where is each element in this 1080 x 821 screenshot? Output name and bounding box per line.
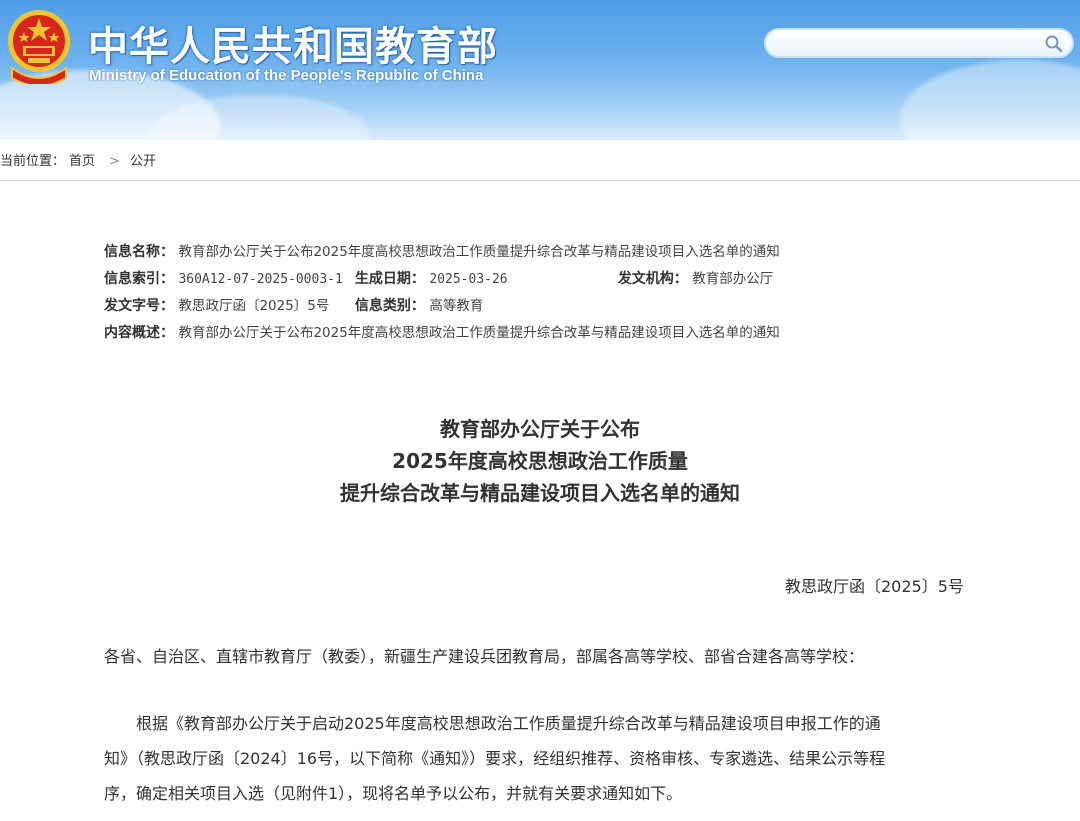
meta-value: 教育部办公厅关于公布2025年度高校思想政治工作质量提升综合改革与精品建设项目入… <box>178 244 780 260</box>
body-line: 序，确定相关项目入选（见附件1），现将名单予以公布，并就有关要求通知如下。 <box>104 784 683 803</box>
info-metadata: 信息名称： 教育部办公厅关于公布2025年度高校思想政治工作质量提升综合改革与精… <box>104 239 780 347</box>
meta-row-index: 信息索引： 360A12-07-2025-0003-1 生成日期： 2025-0… <box>104 266 780 293</box>
breadcrumb-home-link[interactable]: 首页 <box>69 154 95 169</box>
body-line: 根据《教育部办公厅关于启动2025年度高校思想政治工作质量提升综合改革与精品建设… <box>136 714 881 733</box>
meta-value: 360A12-07-2025-0003-1 <box>178 272 343 287</box>
document-title-line: 教育部办公厅关于公布 <box>440 417 640 441</box>
recipients-paragraph: 各省、自治区、直辖市教育厅（教委），新疆生产建设兵团教育局，部属各高等学校、部省… <box>104 647 865 666</box>
site-title[interactable]: 中华人民共和国教育部 <box>88 14 498 72</box>
breadcrumb-separator: > <box>109 154 120 169</box>
body-paragraph: 根据《教育部办公厅关于启动2025年度高校思想政治工作质量提升综合改革与精品建设… <box>104 706 885 811</box>
meta-label: 生成日期： <box>354 271 425 287</box>
meta-label: 信息索引： <box>104 271 174 287</box>
document-title-line: 2025年度高校思想政治工作质量 <box>392 449 688 473</box>
breadcrumb-current[interactable]: 公开 <box>130 154 156 169</box>
meta-value: 2025-03-26 <box>429 272 508 287</box>
site-header: 中华人民共和国教育部 Ministry of Education of the … <box>0 0 1080 140</box>
search-input[interactable] <box>778 33 1042 55</box>
document-number: 教思政厅函〔2025〕5号 <box>785 577 964 596</box>
meta-row-name: 信息名称： 教育部办公厅关于公布2025年度高校思想政治工作质量提升综合改革与精… <box>104 239 780 266</box>
meta-label: 发文机构： <box>617 271 688 287</box>
meta-label: 信息类别： <box>354 298 425 314</box>
cloud-decoration <box>900 60 1080 140</box>
national-emblem-icon[interactable] <box>6 8 72 84</box>
meta-value: 教育部办公厅 <box>692 271 774 287</box>
meta-row-docno: 发文字号： 教思政厅函〔2025〕5号 信息类别： 高等教育 <box>104 293 780 320</box>
meta-row-summary: 内容概述： 教育部办公厅关于公布2025年度高校思想政治工作质量提升综合改革与精… <box>104 320 780 347</box>
body-line: 知》（教思政厅函〔2024〕16号，以下简称《通知》）要求，经组织推荐、资格审核… <box>104 749 886 768</box>
meta-value: 教育部办公厅关于公布2025年度高校思想政治工作质量提升综合改革与精品建设项目入… <box>178 325 780 341</box>
document-title: 教育部办公厅关于公布 2025年度高校思想政治工作质量 提升综合改革与精品建设项… <box>0 413 1080 509</box>
meta-label: 信息名称： <box>104 244 174 260</box>
meta-label: 内容概述： <box>104 325 174 341</box>
meta-value: 高等教育 <box>429 298 484 314</box>
document-title-line: 提升综合改革与精品建设项目入选名单的通知 <box>340 481 740 505</box>
breadcrumb-prefix: 当前位置： <box>0 154 66 169</box>
site-subtitle: Ministry of Education of the People's Re… <box>89 67 484 84</box>
search-icon[interactable] <box>1044 34 1064 54</box>
meta-value: 教思政厅函〔2025〕5号 <box>178 298 330 314</box>
breadcrumb: 当前位置： 首页 > 公开 <box>0 150 160 169</box>
content-panel: 信息名称： 教育部办公厅关于公布2025年度高校思想政治工作质量提升综合改革与精… <box>0 180 1080 821</box>
meta-label: 发文字号： <box>104 298 174 314</box>
search-box[interactable] <box>764 28 1074 58</box>
